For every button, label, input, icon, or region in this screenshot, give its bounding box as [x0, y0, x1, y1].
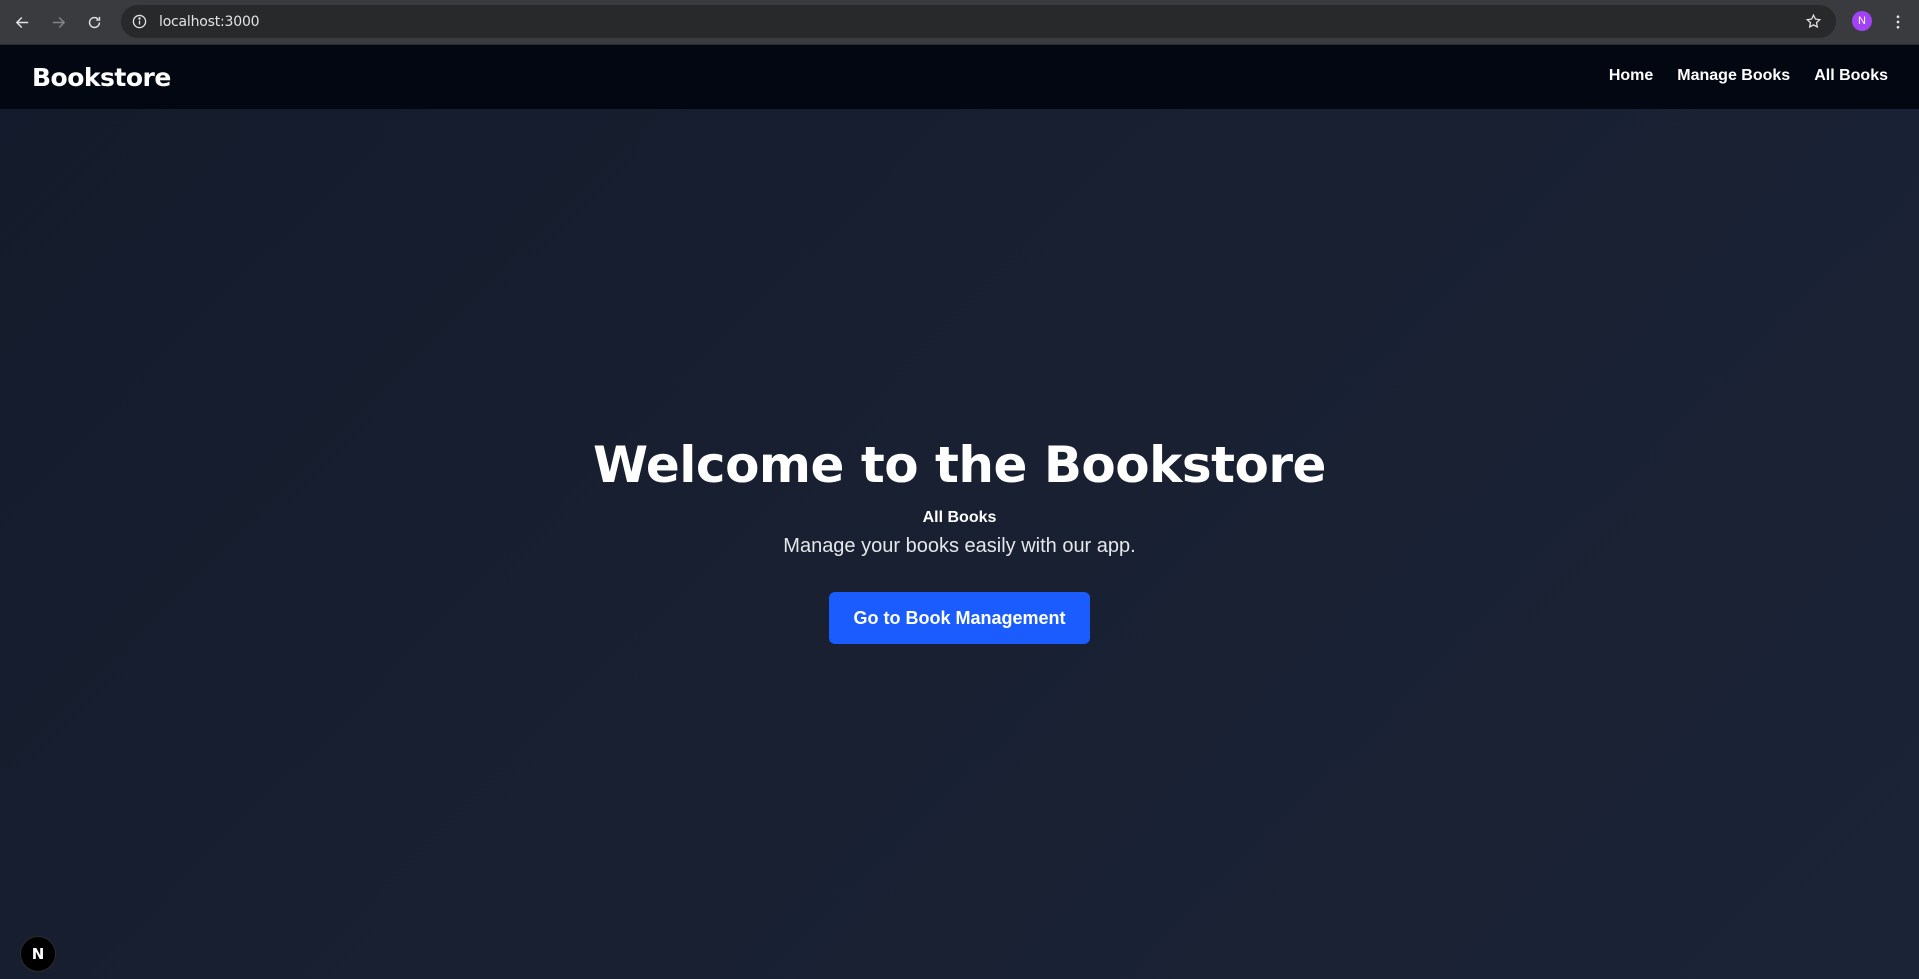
nav-link-manage-books[interactable]: Manage Books	[1677, 67, 1790, 85]
site-info-icon[interactable]	[131, 14, 147, 30]
page-viewport: Bookstore Home Manage Books All Books We…	[0, 45, 1919, 979]
app-header: Bookstore Home Manage Books All Books	[0, 45, 1919, 109]
reload-icon[interactable]	[76, 4, 112, 40]
back-icon[interactable]	[4, 4, 40, 40]
kebab-menu-icon[interactable]	[1886, 10, 1910, 34]
go-to-book-management-button[interactable]: Go to Book Management	[829, 592, 1090, 644]
profile-avatar[interactable]: N	[1852, 11, 1872, 31]
browser-toolbar: localhost:3000 N	[0, 0, 1919, 45]
brand-logo[interactable]: Bookstore	[32, 63, 171, 92]
hero-section: Welcome to the Bookstore All Books Manag…	[0, 435, 1919, 644]
page-title: Welcome to the Bookstore	[593, 436, 1326, 494]
forward-icon[interactable]	[40, 4, 76, 40]
bookmark-star-icon[interactable]	[1805, 13, 1822, 30]
hero-subtitle: All Books	[922, 509, 997, 526]
nav-link-all-books[interactable]: All Books	[1814, 67, 1888, 85]
address-bar[interactable]: localhost:3000	[121, 5, 1836, 38]
nav-link-home[interactable]: Home	[1609, 67, 1653, 85]
nextjs-dev-indicator-icon[interactable]: N	[20, 936, 56, 972]
main-nav: Home Manage Books All Books	[1609, 67, 1888, 85]
url-text[interactable]: localhost:3000	[159, 14, 260, 30]
hero-description: Manage your books easily with our app.	[783, 535, 1136, 557]
